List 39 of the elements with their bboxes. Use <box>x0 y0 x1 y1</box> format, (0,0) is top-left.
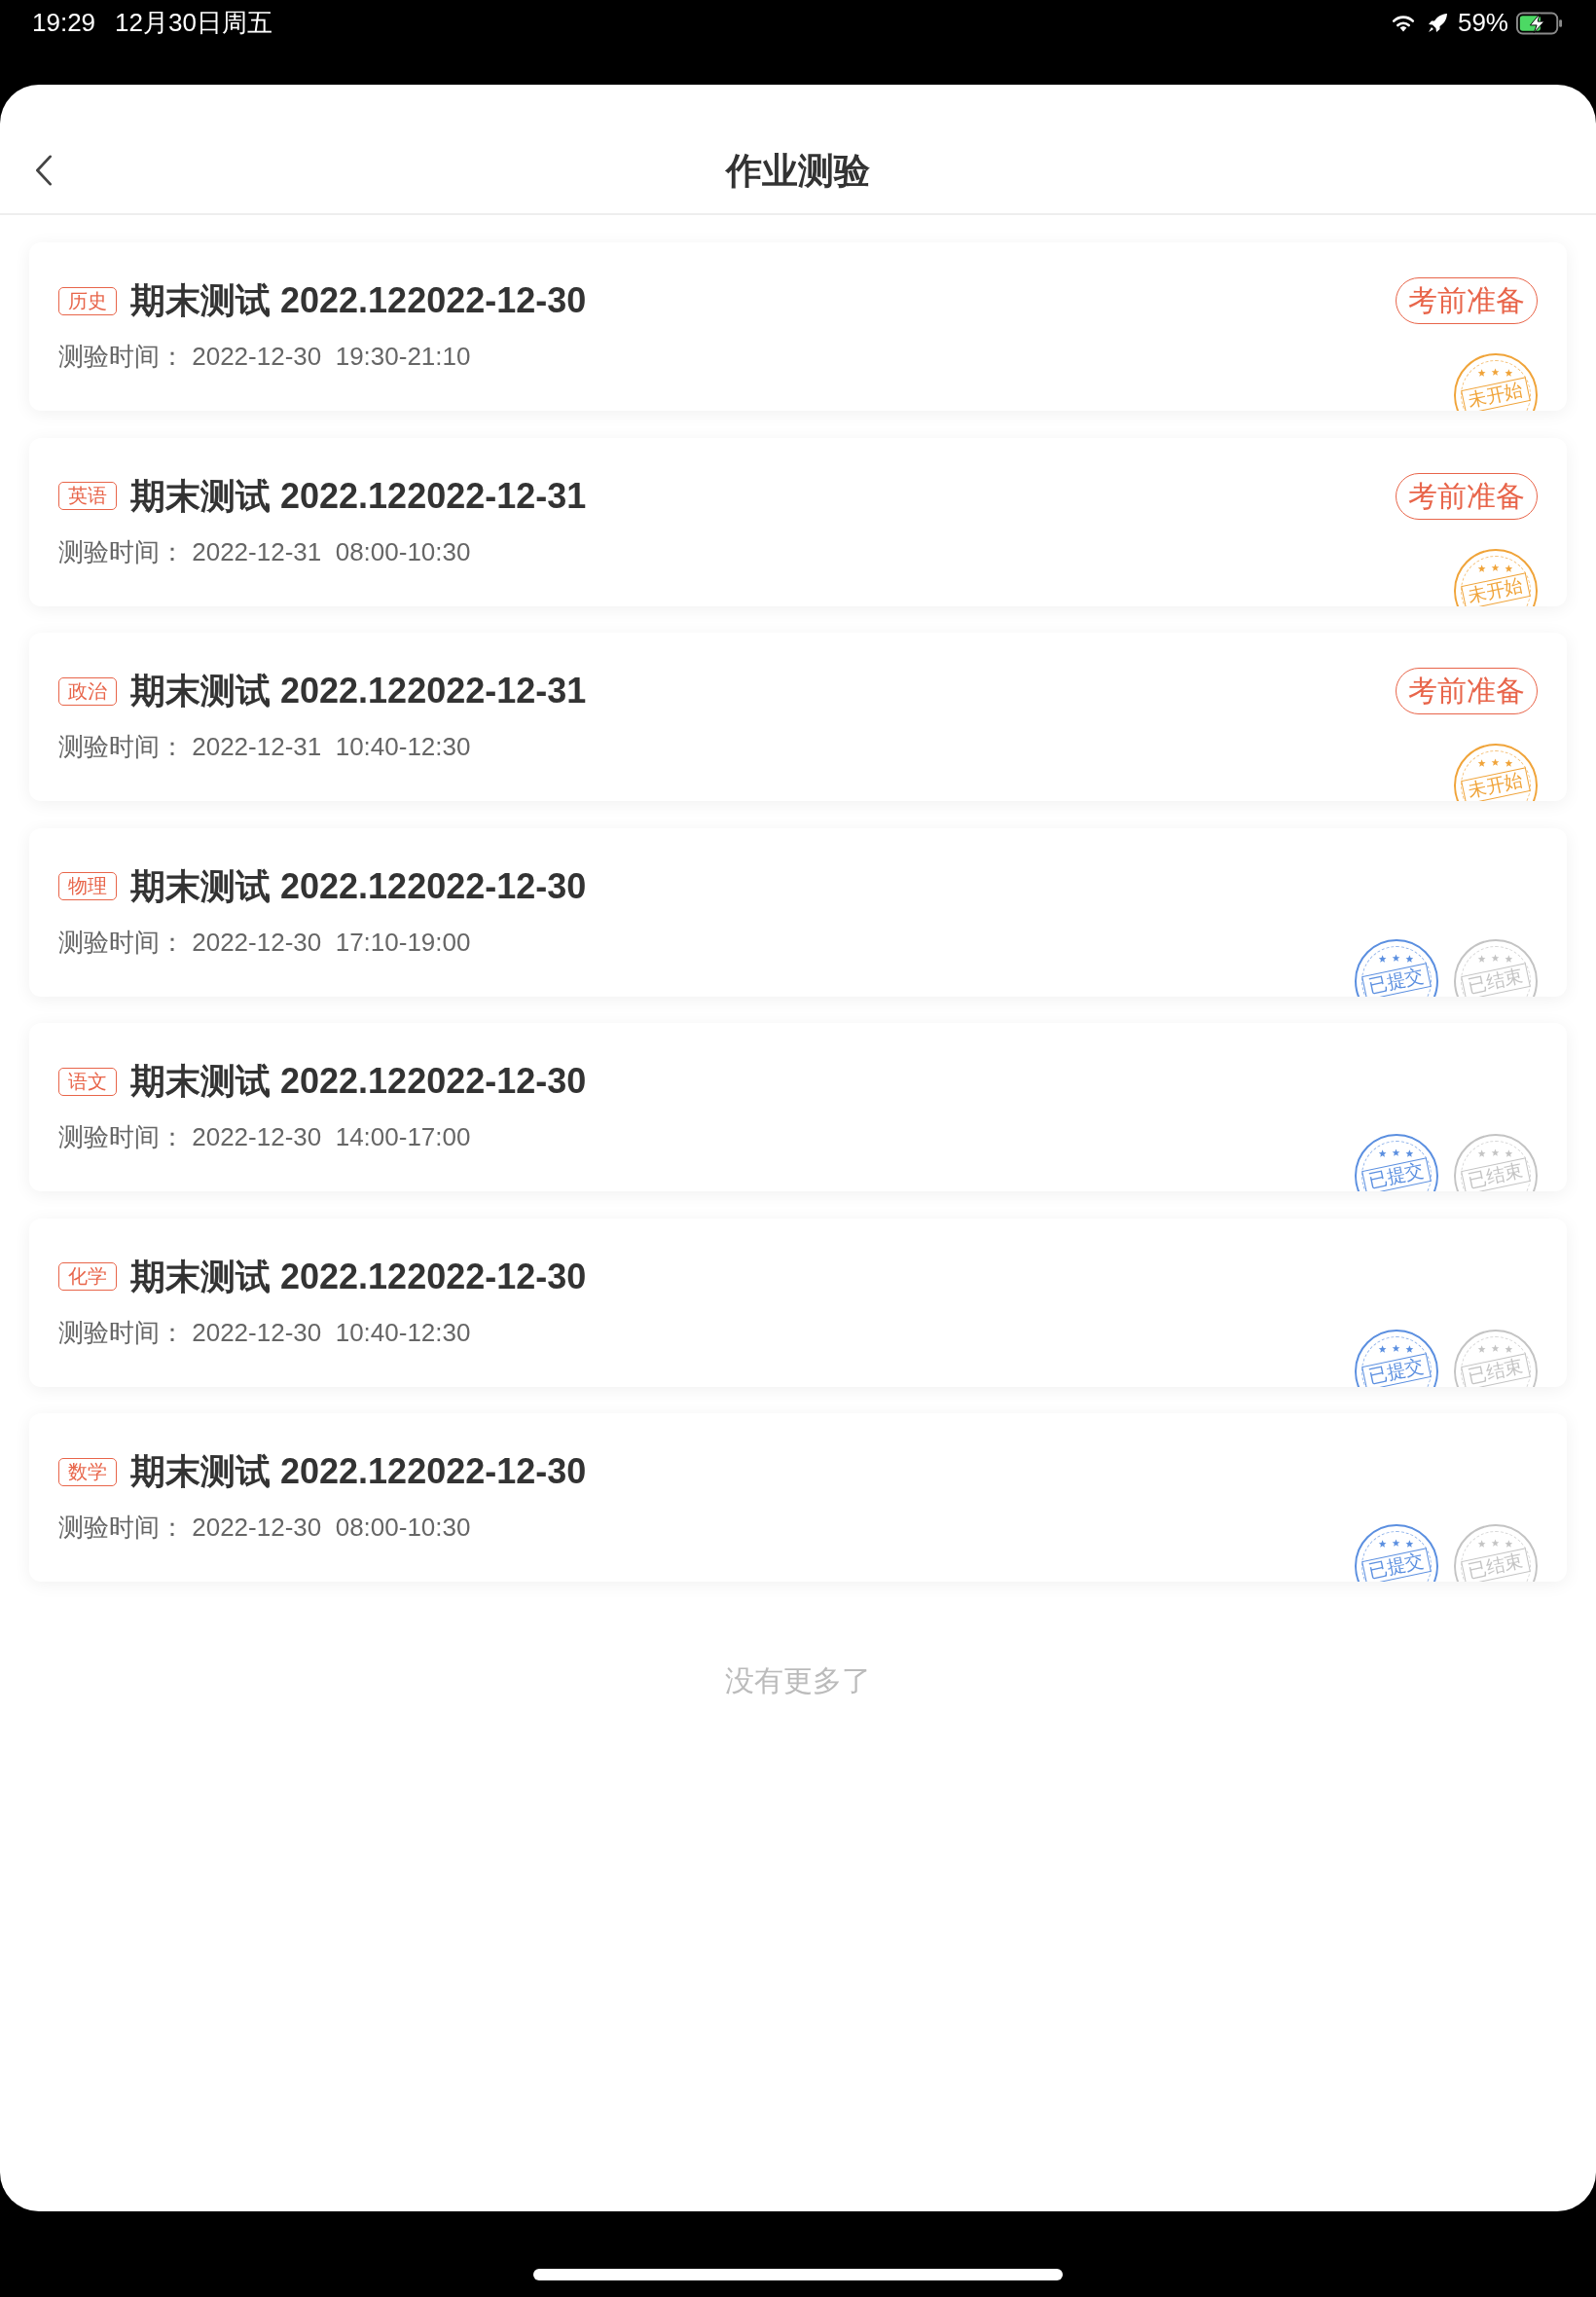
exam-time: 测验时间： 2022-12-30 14:00-17:00 <box>58 1121 471 1153</box>
exam-title: 期末测试 2022.122022-12-31 <box>130 670 587 712</box>
status-time: 19:29 <box>32 7 96 39</box>
exam-time: 测验时间： 2022-12-30 17:10-19:00 <box>58 926 471 959</box>
exam-card[interactable]: 物理 期末测试 2022.122022-12-30 测验时间： 2022-12-30 17:10-19:00 已提交 已结束 <box>29 827 1567 997</box>
no-more-text: 没有更多了 <box>725 1663 871 1698</box>
battery-charging-icon <box>1516 12 1563 35</box>
exam-card[interactable]: 化学 期末测试 2022.122022-12-30 测验时间： 2022-12-30 10:40-12:30 已提交 已结束 <box>29 1218 1567 1387</box>
subject-tag: 化学 <box>58 1262 117 1291</box>
exam-title: 期末测试 2022.122022-12-30 <box>130 1450 587 1493</box>
exam-title: 期末测试 2022.122022-12-30 <box>130 1060 587 1103</box>
status-stamp: 已提交 <box>1355 1524 1438 1582</box>
exam-title: 期末测试 2022.122022-12-30 <box>130 279 587 322</box>
exam-time: 测验时间： 2022-12-30 08:00-10:30 <box>58 1512 471 1544</box>
battery-percent: 59% <box>1457 7 1508 39</box>
exam-time: 测验时间： 2022-12-31 08:00-10:30 <box>58 535 471 568</box>
subject-tag: 英语 <box>58 482 117 510</box>
status-date: 12月30日周五 <box>115 7 272 39</box>
back-icon <box>34 155 54 186</box>
exam-title: 期末测试 2022.122022-12-31 <box>130 474 587 518</box>
wifi-icon <box>1391 15 1415 32</box>
exam-card[interactable]: 历史 期末测试 2022.122022-12-30 测验时间： 2022-12-30 19:30-21:10 考前准备 未开始 <box>29 242 1567 411</box>
exam-card[interactable]: 英语 期末测试 2022.122022-12-31 测验时间： 2022-12-31 08:00-10:30 考前准备 未开始 <box>29 437 1567 606</box>
exam-title: 期末测试 2022.122022-12-30 <box>130 1255 587 1298</box>
page-title: 作业测验 <box>726 150 870 193</box>
subject-tag: 历史 <box>58 286 117 315</box>
exam-card[interactable]: 语文 期末测试 2022.122022-12-30 测验时间： 2022-12-30 14:00-17:00 已提交 已结束 <box>29 1023 1567 1191</box>
exam-title: 期末测试 2022.122022-12-30 <box>130 864 587 908</box>
exam-time: 测验时间： 2022-12-30 10:40-12:30 <box>58 1316 471 1349</box>
exam-time: 测验时间： 2022-12-30 19:30-21:10 <box>58 341 471 373</box>
subject-tag: 数学 <box>58 1457 117 1486</box>
rocket-icon <box>1426 13 1448 34</box>
status-stamp: 已结束 <box>1454 1524 1538 1582</box>
exam-card[interactable]: 数学 期末测试 2022.122022-12-30 测验时间： 2022-12-30 08:00-10:30 已提交 已结束 <box>29 1413 1567 1582</box>
exam-time: 测验时间： 2022-12-31 10:40-12:30 <box>58 731 471 763</box>
subject-tag: 语文 <box>58 1067 117 1096</box>
subject-tag: 物理 <box>58 872 117 900</box>
subject-tag: 政治 <box>58 676 117 706</box>
exam-card[interactable]: 政治 期末测试 2022.122022-12-31 测验时间： 2022-12-31 10:40-12:30 考前准备 未开始 <box>29 633 1567 801</box>
